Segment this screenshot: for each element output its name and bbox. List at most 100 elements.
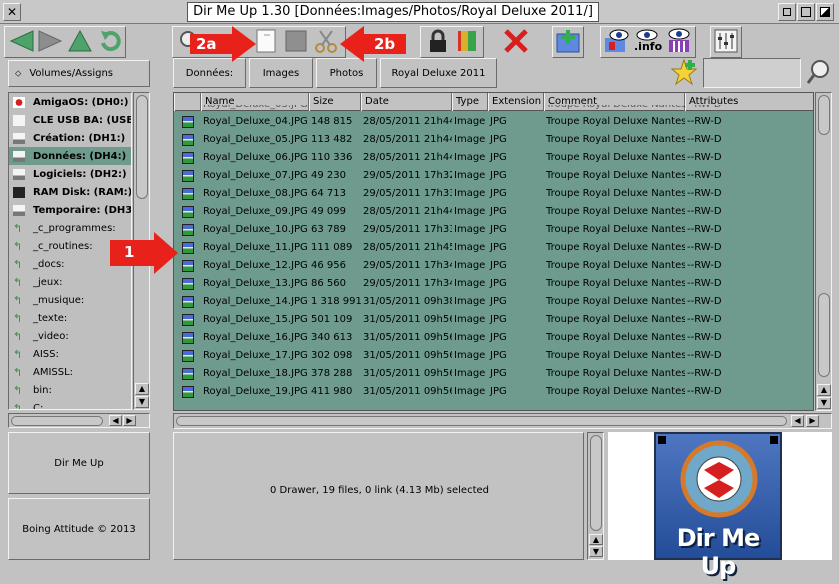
status-scroll-down[interactable]: ▼	[589, 546, 603, 557]
table-row[interactable]: Royal_Deluxe_10.JPG 63 789 29/05/2011 17h3…	[174, 221, 813, 239]
volume-item[interactable]: ↰ AMISSL:	[9, 363, 131, 381]
filter-search-button[interactable]	[805, 58, 833, 86]
volumes-scroll-right[interactable]: ▶	[123, 415, 136, 426]
status-scroll-knob[interactable]	[590, 435, 602, 531]
close-window-button[interactable]: ✕	[3, 3, 21, 21]
volume-item[interactable]: CLE USB BA: (USB	[9, 111, 131, 129]
volume-item[interactable]: ↰ C:	[9, 399, 131, 410]
status-vscrollbar[interactable]: ▲ ▼	[587, 432, 604, 560]
table-cell-attributes: --RW-D	[687, 314, 722, 325]
filelist-scroll-up[interactable]: ▲	[817, 384, 831, 396]
table-row[interactable]: Royal_Deluxe_11.JPG 111 089 28/05/2011 21h…	[174, 239, 813, 257]
table-cell-extension: JPG	[490, 368, 507, 379]
table-cell-comment: Troupe Royal Deluxe Nantes	[546, 116, 685, 127]
table-cell-comment: Troupe Royal Deluxe Nantes	[546, 242, 685, 253]
forward-button[interactable]	[36, 27, 64, 55]
cut-button[interactable]	[312, 27, 340, 55]
table-row[interactable]: Royal_Deluxe_07.JPG 49 230 29/05/2011 17h3…	[174, 167, 813, 185]
favorite-button[interactable]	[670, 58, 698, 86]
table-row[interactable]: Royal_Deluxe_12.JPG 46 956 29/05/2011 17h3…	[174, 257, 813, 275]
table-row-partial[interactable]: Royal_Deluxe_03.JPG Troupe Royal Deluxe N…	[174, 105, 813, 113]
filelist-scroll-down[interactable]: ▼	[817, 397, 831, 409]
delete-button[interactable]	[502, 27, 530, 55]
new-drawer-icon	[556, 30, 580, 53]
table-cell-attributes: --RW-D	[687, 206, 722, 217]
depth-button[interactable]	[816, 3, 834, 21]
filter-input[interactable]	[703, 58, 801, 88]
table-row[interactable]: Royal_Deluxe_14.JPG 1 318 991 31/05/2011 0…	[174, 293, 813, 311]
volumes-scroll-knob[interactable]	[136, 95, 148, 199]
volumes-assigns-selector[interactable]: ⬦ Volumes/Assigns	[8, 60, 150, 87]
volume-item[interactable]: ↰ _musique:	[9, 291, 131, 309]
iconify-button[interactable]	[778, 3, 796, 21]
volume-item[interactable]: ↰ bin:	[9, 381, 131, 399]
volume-label: _texte:	[33, 312, 68, 324]
volumes-scroll-left[interactable]: ◀	[109, 415, 122, 426]
volumes-hscrollbar[interactable]: ◀ ▶	[8, 413, 150, 428]
volumes-hscroll-knob[interactable]	[11, 416, 103, 426]
filelist-scroll-knob[interactable]	[818, 293, 830, 377]
table-cell-attributes: --RW-D	[687, 188, 722, 199]
table-row[interactable]: Royal_Deluxe_09.JPG 49 099 28/05/2011 21h4…	[174, 203, 813, 221]
image-file-icon	[182, 242, 194, 254]
path-segment-images[interactable]: Images	[249, 58, 313, 88]
table-row[interactable]: Royal_Deluxe_19.JPG 411 980 31/05/2011 09h…	[174, 383, 813, 401]
table-row[interactable]: Royal_Deluxe_08.JPG 64 713 29/05/2011 17h3…	[174, 185, 813, 203]
volume-item[interactable]: AmigaOS: (DH0:)	[9, 93, 131, 111]
volume-item[interactable]: Temporaire: (DH3:)	[9, 201, 131, 219]
volume-item[interactable]: ↰ AISS:	[9, 345, 131, 363]
protect-button[interactable]	[424, 27, 452, 55]
info-button[interactable]: .info	[632, 27, 662, 55]
table-cell	[361, 105, 452, 113]
status-scroll-up[interactable]: ▲	[589, 534, 603, 545]
list-view-button[interactable]	[664, 27, 692, 55]
filelist-vscrollbar[interactable]: ▲ ▼	[815, 92, 832, 411]
table-row[interactable]: Royal_Deluxe_06.JPG 110 336 28/05/2011 21h…	[174, 149, 813, 167]
filelist-scroll-right[interactable]: ▶	[806, 415, 819, 427]
table-row[interactable]: Royal_Deluxe_17.JPG 302 098 31/05/2011 09h…	[174, 347, 813, 365]
path-segment-donnees[interactable]: Données:	[173, 58, 246, 88]
table-row[interactable]: Royal_Deluxe_16.JPG 340 613 31/05/2011 09h…	[174, 329, 813, 347]
image-file-icon	[182, 188, 194, 200]
table-cell-name: Royal_Deluxe_17.JPG	[203, 350, 308, 361]
filelist-hscroll-knob[interactable]	[176, 416, 787, 426]
table-row[interactable]: Royal_Deluxe_15.JPG 501 109 31/05/2011 09h…	[174, 311, 813, 329]
show-button[interactable]	[602, 27, 630, 55]
path-segment-photos[interactable]: Photos	[316, 58, 377, 88]
filelist-hscrollbar[interactable]: ◀ ▶	[173, 413, 832, 429]
table-row[interactable]: Royal_Deluxe_18.JPG 378 288 31/05/2011 09h…	[174, 365, 813, 383]
volume-item[interactable]: RAM Disk: (RAM:)	[9, 183, 131, 201]
volume-item[interactable]: Données: (DH4:)	[9, 147, 131, 165]
list-view-icon	[668, 28, 690, 52]
copy-button[interactable]	[252, 27, 280, 55]
table-row[interactable]: Royal_Deluxe_05.JPG 113 482 28/05/2011 21h…	[174, 131, 813, 149]
volumes-scroll-up[interactable]: ▲	[135, 383, 149, 395]
volume-item[interactable]: ↰ _video:	[9, 327, 131, 345]
table-cell-comment: Troupe Royal Deluxe Nantes	[546, 296, 685, 307]
volume-item[interactable]: Création: (DH1:)	[9, 129, 131, 147]
new-drawer-button[interactable]	[554, 27, 582, 55]
volume-label: _c_programmes:	[33, 222, 116, 234]
table-cell-type: Image	[454, 152, 486, 163]
table-cell-extension: JPG	[490, 206, 507, 217]
settings-button[interactable]	[712, 27, 740, 55]
table-cell-size: 46 956	[311, 260, 346, 271]
back-button[interactable]	[8, 27, 36, 55]
reload-button[interactable]	[96, 27, 124, 55]
filelist-scroll-knob-top[interactable]	[818, 95, 830, 135]
parent-dir-button[interactable]	[66, 27, 94, 55]
volumes-scroll-down[interactable]: ▼	[135, 396, 149, 408]
app-name: Dir Me Up	[54, 457, 104, 469]
paste-button[interactable]	[282, 27, 310, 55]
table-row[interactable]: Royal_Deluxe_04.JPG 148 815 28/05/2011 21h…	[174, 113, 813, 131]
volume-item[interactable]: Logiciels: (DH2:)	[9, 165, 131, 183]
status-panel: 0 Drawer, 19 files, 0 link (4.13 Mb) sel…	[173, 432, 584, 560]
volume-item[interactable]: ↰ _texte:	[9, 309, 131, 327]
volume-item[interactable]: ↰ _jeux:	[9, 273, 131, 291]
zoom-button[interactable]	[797, 3, 815, 21]
table-row[interactable]: Royal_Deluxe_13.JPG 86 560 29/05/2011 17h3…	[174, 275, 813, 293]
filelist-scroll-left[interactable]: ◀	[791, 415, 804, 427]
callout-1-label: 1	[124, 243, 135, 261]
path-segment-royal-deluxe[interactable]: Royal Deluxe 2011	[380, 58, 497, 88]
book-button[interactable]	[454, 27, 482, 55]
